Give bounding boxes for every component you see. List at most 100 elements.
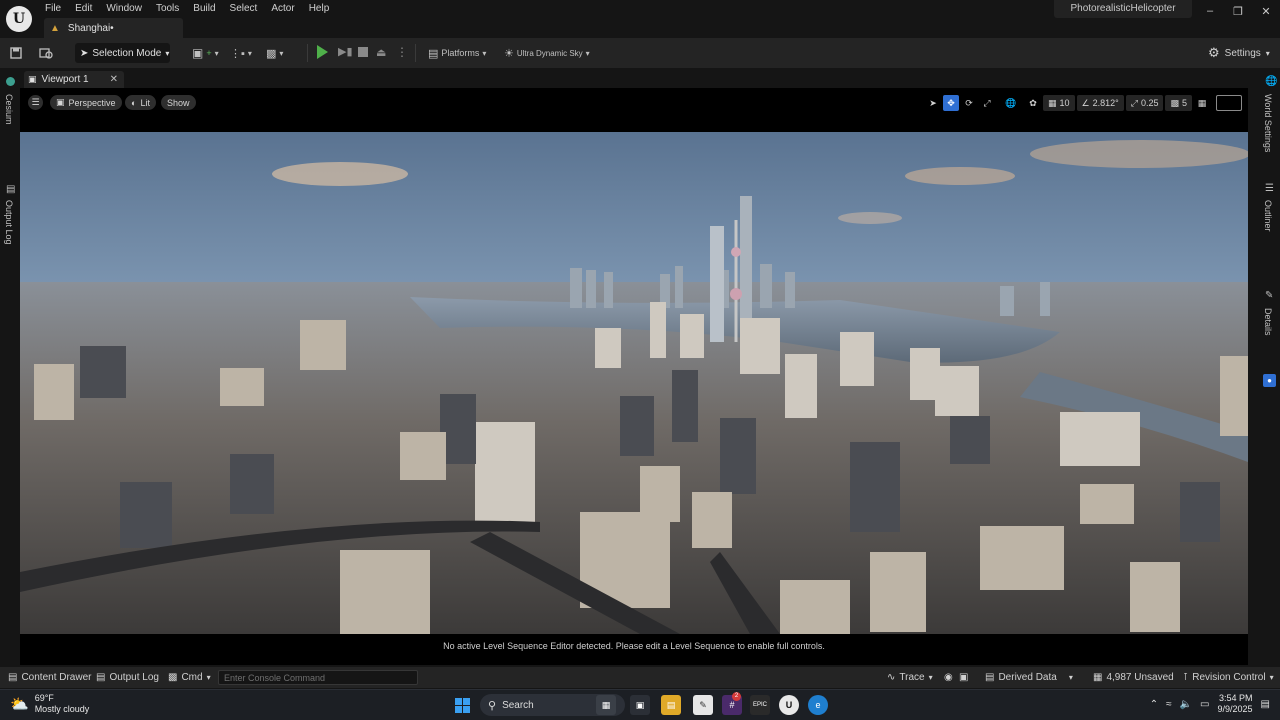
minimize-icon[interactable]: – [1196, 0, 1224, 22]
grid-snap-toggle[interactable]: ▦ 10 [1043, 95, 1075, 111]
world-settings-tab[interactable]: World Settings [1263, 94, 1273, 152]
output-log-label: Output Log [109, 672, 159, 683]
content-browser-icon[interactable] [38, 45, 54, 61]
notification-center-icon[interactable]: ▤ [1261, 699, 1270, 710]
content-drawer-label: Content Drawer [21, 672, 92, 683]
play-options-icon[interactable]: ⋮ [396, 45, 408, 59]
perspective-button[interactable]: ▣ Perspective [50, 95, 122, 110]
outliner-tab[interactable]: Outliner [1263, 200, 1273, 232]
platforms-dropdown[interactable]: ▤ Platforms ▾ [428, 44, 486, 62]
scale-tool-icon[interactable]: ⤢ [979, 95, 995, 111]
surface-snap-icon[interactable]: ✿ [1025, 95, 1041, 111]
blueprint-dropdown[interactable]: ⋮▪ ▾ [230, 44, 252, 62]
menu-build[interactable]: Build [186, 0, 222, 16]
level-tab-shanghai[interactable]: ▲ Shanghai• [44, 18, 183, 38]
task-view-icon[interactable]: ▣ [630, 695, 650, 715]
menu-file[interactable]: File [38, 0, 68, 16]
save-icon[interactable] [8, 45, 24, 61]
level-viewport[interactable]: ☰ ▣ Perspective ◐ Lit Show ➤ ✥ ⟳ ⤢ 🌐 ✿ ▦… [20, 88, 1248, 665]
menu-window[interactable]: Window [99, 0, 149, 16]
wifi-icon[interactable]: ≈ [1166, 699, 1172, 710]
weather-description: Mostly cloudy [34, 704, 90, 714]
chevron-down-icon: ▾ [1265, 48, 1270, 58]
menu-tools[interactable]: Tools [149, 0, 186, 16]
project-name: PhotorealisticHelicopter [1054, 0, 1192, 18]
taskbar-clock[interactable]: 3:54 PM 9/9/2025 [1218, 693, 1253, 715]
translate-tool-icon[interactable]: ✥ [943, 95, 959, 111]
add-actor-dropdown[interactable]: ▣ + ▾ [192, 44, 219, 62]
unreal-logo-icon[interactable]: U [6, 6, 32, 32]
stop-button[interactable] [358, 47, 368, 57]
advance-frame-icon[interactable]: ▶▮ [338, 45, 353, 59]
settings-dropdown[interactable]: ⚙ Settings ▾ [1208, 44, 1270, 62]
rotate-tool-icon[interactable]: ⟳ [961, 95, 977, 111]
output-log-button[interactable]: ▤ Output Log [96, 670, 159, 685]
chevron-down-icon: ▾ [928, 673, 933, 682]
chevron-up-icon[interactable]: ⌃ [1150, 699, 1158, 710]
weather-widget[interactable]: ⛅ 69°F Mostly cloudy [10, 693, 89, 715]
epic-games-launcher-icon[interactable]: EPIC [750, 695, 770, 715]
clock-date: 9/9/2025 [1217, 704, 1253, 714]
right-side-tabs: 🌐 World Settings ☰ Outliner ✎ Details ● [1260, 68, 1280, 665]
camera-speed-button[interactable]: ▩ 5 [1165, 95, 1192, 111]
cinematics-dropdown[interactable]: ▩ ▾ [266, 44, 283, 62]
viewport-tab[interactable]: ▣ Viewport 1 ✕ [24, 71, 124, 88]
volume-icon[interactable]: 🔈 [1180, 699, 1192, 710]
platforms-icon: ▤ [428, 47, 439, 60]
taskbar-search-label: Search [502, 699, 534, 711]
lit-button[interactable]: ◐ Lit [125, 95, 156, 110]
rotation-snap-toggle[interactable]: ∠ 2.812° [1076, 95, 1124, 111]
left-side-tabs: Cesium ▤ Output Log [0, 68, 20, 665]
viewport-toolbar: ☰ ▣ Perspective ◐ Lit Show ➤ ✥ ⟳ ⤢ 🌐 ✿ ▦… [20, 88, 1248, 116]
gear-icon: ⚙ [1208, 45, 1220, 60]
ultra-dynamic-sky-label: Ultra Dynamic Sky [516, 48, 583, 58]
close-icon[interactable]: ✕ [110, 74, 118, 85]
file-explorer-icon[interactable]: ▤ [661, 695, 681, 715]
ultra-dynamic-sky-dropdown[interactable]: ☀ Ultra Dynamic Sky ▾ [504, 44, 590, 62]
level-tab-label: Shanghai• [67, 22, 114, 34]
unsaved-button[interactable]: ▦ 4,987 Unsaved [1093, 670, 1174, 685]
content-drawer-button[interactable]: ▤ Content Drawer [8, 670, 91, 685]
edge-browser-icon[interactable]: e [808, 695, 828, 715]
eject-icon[interactable]: ⏏ [376, 46, 386, 59]
maximize-viewport-icon[interactable] [1216, 95, 1242, 111]
unreal-editor-taskbar-icon[interactable]: U [779, 695, 799, 715]
menu-help[interactable]: Help [302, 0, 337, 16]
show-button[interactable]: Show [161, 95, 196, 110]
cmd-dropdown[interactable]: ▩ Cmd ▾ [168, 670, 211, 685]
play-button[interactable] [317, 45, 328, 59]
cesium-tab[interactable]: Cesium [4, 94, 14, 125]
scale-snap-icon: ⤢ [1130, 97, 1138, 108]
lit-label: Lit [140, 97, 150, 108]
derived-data-dropdown[interactable]: ▤ Derived Data ▾ [985, 670, 1073, 685]
windows-start-icon[interactable] [455, 698, 470, 713]
battery-icon[interactable]: ▭ [1200, 699, 1209, 710]
person-icon[interactable]: ● [1263, 374, 1276, 387]
select-tool-icon[interactable]: ➤ [925, 95, 941, 111]
output-log-side-tab[interactable]: Output Log [4, 200, 14, 245]
revision-control-dropdown[interactable]: ⊺ Revision Control ▾ [1183, 670, 1274, 685]
angle-icon: ∠ [1081, 97, 1090, 108]
branch-icon: ⊺ [1183, 672, 1189, 683]
viewport-layout-icon[interactable]: ▦ [1194, 95, 1210, 111]
chevron-down-icon: ▾ [214, 48, 219, 58]
world-space-icon[interactable]: 🌐 [1003, 95, 1019, 111]
viewport-menu-icon[interactable]: ☰ [28, 95, 43, 110]
close-window-icon[interactable]: ✕ [1252, 0, 1280, 22]
details-tab[interactable]: Details [1263, 308, 1273, 336]
windows-taskbar: ⛅ 69°F Mostly cloudy ⚲ Search ▦ ▣ ▤ ✎ # … [0, 689, 1280, 720]
selection-mode-dropdown[interactable]: ➤ Selection Mode ▾ [75, 43, 170, 63]
menu-actor[interactable]: Actor [264, 0, 301, 16]
maximize-icon[interactable]: ❐ [1224, 0, 1252, 22]
trace-dropdown[interactable]: ∿ Trace ▾ [887, 670, 933, 685]
chevron-down-icon: ▾ [247, 48, 252, 58]
menu-select[interactable]: Select [223, 0, 265, 16]
screenshot-icon[interactable]: ▣ [959, 670, 968, 685]
widgets-app-icon[interactable]: ▦ [596, 695, 616, 715]
menu-edit[interactable]: Edit [68, 0, 99, 16]
notepad-app-icon[interactable]: ✎ [693, 695, 713, 715]
record-icon[interactable]: ◉ [944, 670, 953, 685]
console-command-input[interactable] [218, 670, 418, 685]
chevron-down-icon: ▾ [585, 48, 590, 58]
scale-snap-toggle[interactable]: ⤢ 0.25 [1125, 95, 1164, 111]
